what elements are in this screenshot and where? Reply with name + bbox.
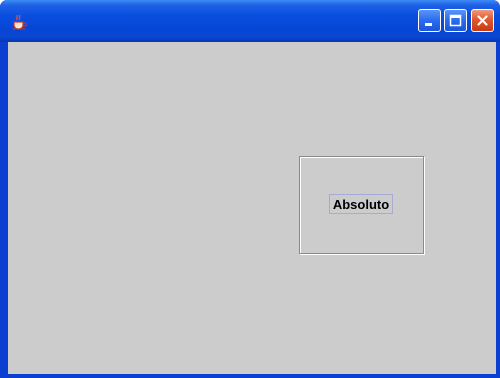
absoluto-label: Absoluto: [329, 194, 393, 214]
application-window: Absoluto: [0, 0, 500, 378]
maximize-button[interactable]: [444, 9, 467, 32]
maximize-icon: [449, 14, 462, 27]
close-icon: [477, 15, 488, 26]
content-pane: Absoluto: [8, 42, 496, 374]
bordered-panel: Absoluto: [299, 156, 424, 254]
title-bar[interactable]: [0, 0, 500, 42]
java-cup-icon[interactable]: [10, 12, 28, 30]
minimize-icon: [425, 23, 432, 26]
close-button[interactable]: [471, 9, 494, 32]
minimize-button[interactable]: [418, 9, 441, 32]
